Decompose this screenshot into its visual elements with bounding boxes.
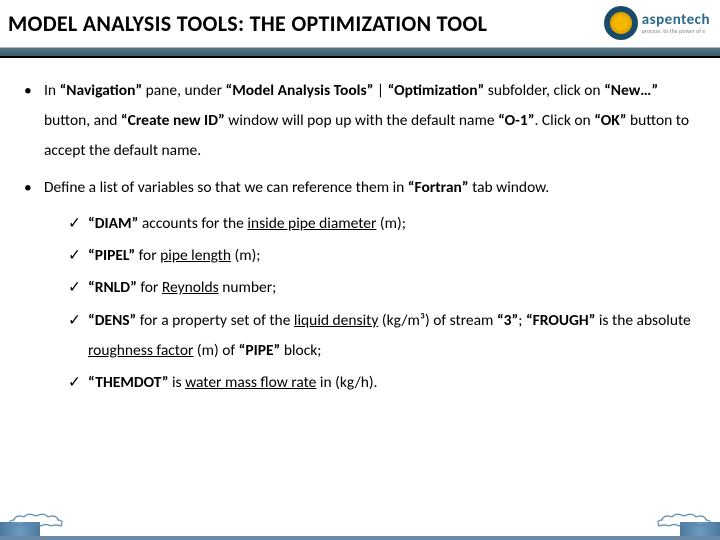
- sub-bullet-text: “DENS” for a property set of the liquid …: [88, 306, 698, 366]
- text-run: water mass flow rate: [185, 373, 316, 392]
- text-run: is: [168, 373, 185, 392]
- text-run: In: [44, 81, 60, 100]
- text-run: “RNLD”: [88, 278, 137, 297]
- text-run: “OK”: [594, 111, 626, 130]
- sub-bullet-item: ✓“THEMDOT” is water mass flow rate in (k…: [68, 368, 698, 398]
- checkmark-icon: ✓: [68, 368, 88, 398]
- sub-bullet-text: “THEMDOT” is water mass flow rate in (kg…: [88, 368, 698, 398]
- cloud-ornament-icon: [654, 512, 714, 532]
- logo-tagline: process. to the power of e: [642, 28, 710, 34]
- sub-bullet-text: “DIAM” accounts for the inside pipe diam…: [88, 209, 698, 239]
- text-run: roughness factor: [88, 341, 193, 360]
- bullet-item: •In “Navigation” pane, under “Model Anal…: [22, 76, 698, 167]
- text-run: “O-1”: [498, 111, 534, 130]
- checkmark-icon: ✓: [68, 306, 88, 366]
- checkmark-icon: ✓: [68, 273, 88, 303]
- text-run: for: [137, 278, 162, 297]
- sub-bullet-item: ✓ “RNLD” for Reynolds number;: [68, 273, 698, 303]
- text-run: (m);: [376, 214, 405, 233]
- sub-bullet-item: ✓ “DENS” for a property set of the liqui…: [68, 306, 698, 366]
- bullet-item: •Define a list of variables so that we c…: [22, 173, 698, 203]
- text-run: “3”: [497, 311, 518, 330]
- slide-header: MODEL ANALYSIS TOOLS: THE OPTIMIZATION T…: [0, 0, 720, 58]
- text-run: number;: [219, 278, 277, 297]
- bullet-marker-icon: •: [22, 173, 44, 203]
- text-run: “THEMDOT”: [88, 373, 168, 392]
- sub-bullet-text: “PIPEL” for pipe length (m);: [88, 241, 698, 271]
- text-run: “PIPE”: [239, 341, 281, 360]
- text-run: for a property set of the: [136, 311, 294, 330]
- text-run: tab window.: [469, 178, 550, 197]
- checkmark-icon: ✓: [68, 209, 88, 239]
- text-run: “DIAM”: [88, 214, 138, 233]
- text-run: (m);: [231, 246, 260, 265]
- bullet-text: In “Navigation” pane, under “Model Analy…: [44, 76, 698, 167]
- bullet-marker-icon: •: [22, 76, 44, 167]
- text-run: “Create new ID”: [121, 111, 225, 130]
- slide-body: •In “Navigation” pane, under “Model Anal…: [0, 58, 720, 398]
- text-run: (m) of: [193, 341, 238, 360]
- text-run: “DENS”: [88, 311, 136, 330]
- text-run: button, and: [44, 111, 121, 130]
- text-run: “Model Analysis Tools”: [226, 81, 374, 100]
- text-run: inside pipe diameter: [247, 214, 376, 233]
- text-run: |: [373, 81, 387, 100]
- sub-bullet-text: “RNLD” for Reynolds number;: [88, 273, 698, 303]
- checkmark-icon: ✓: [68, 241, 88, 271]
- text-run: (kg/m³) of stream: [378, 311, 497, 330]
- text-run: subfolder, click on: [484, 81, 604, 100]
- logo-name: aspentech: [642, 13, 710, 28]
- text-run: pane, under: [142, 81, 225, 100]
- text-run: ;: [518, 311, 526, 330]
- footer-ornament: [0, 512, 720, 540]
- text-run: block;: [280, 341, 321, 360]
- text-run: liquid density: [294, 311, 378, 330]
- text-run: “FROUGH”: [526, 311, 595, 330]
- logo-badge-icon: [604, 6, 638, 40]
- sub-bullet-item: ✓“DIAM” accounts for the inside pipe dia…: [68, 209, 698, 239]
- text-run: “Optimization”: [388, 81, 485, 100]
- text-run: in (kg/h).: [316, 373, 377, 392]
- text-run: for: [135, 246, 160, 265]
- bullet-text: Define a list of variables so that we ca…: [44, 173, 698, 203]
- text-run: Define a list of variables so that we ca…: [44, 178, 408, 197]
- text-run: “Navigation”: [60, 81, 143, 100]
- text-run: “New…”: [604, 81, 658, 100]
- text-run: accounts for the: [138, 214, 247, 233]
- text-run: Reynolds: [162, 278, 219, 297]
- sub-bullet-item: ✓“PIPEL” for pipe length (m);: [68, 241, 698, 271]
- text-run: is the absolute: [595, 311, 690, 330]
- aspentech-logo: aspentech process. to the power of e: [604, 6, 710, 40]
- text-run: window will pop up with the default name: [225, 111, 498, 130]
- text-run: “PIPEL”: [88, 246, 135, 265]
- text-run: “Fortran”: [408, 178, 469, 197]
- text-run: . Click on: [534, 111, 594, 130]
- cloud-ornament-icon: [6, 512, 66, 532]
- text-run: pipe length: [160, 246, 231, 265]
